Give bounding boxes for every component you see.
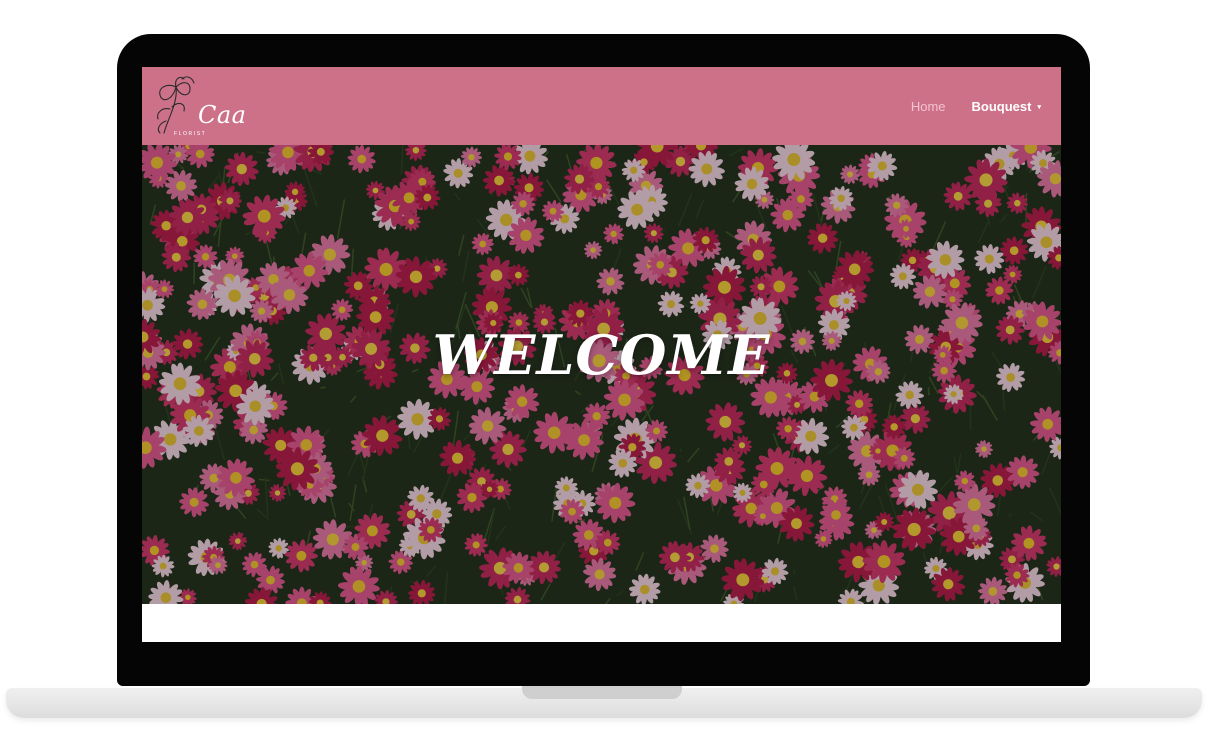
website-screen: Caa FLORIST Home Bouquest ▾ WELCOME (142, 67, 1061, 642)
hero-banner: WELCOME (142, 145, 1061, 604)
nav-home[interactable]: Home (911, 99, 946, 114)
page-section-below-hero (142, 604, 1061, 642)
laptop-notch (522, 686, 682, 699)
nav-bouquest-label: Bouquest (971, 99, 1032, 114)
nav-bouquest-dropdown[interactable]: Bouquest ▾ (972, 99, 1041, 114)
main-nav: Home Bouquest ▾ (911, 99, 1041, 114)
chevron-down-icon: ▾ (1037, 103, 1041, 111)
navbar: Caa FLORIST Home Bouquest ▾ (142, 67, 1061, 145)
hero-title: WELCOME (432, 323, 771, 387)
brand-subtitle: FLORIST (174, 131, 207, 137)
brand-script: Caa (198, 101, 247, 129)
brand-logo[interactable]: Caa FLORIST (148, 73, 248, 139)
